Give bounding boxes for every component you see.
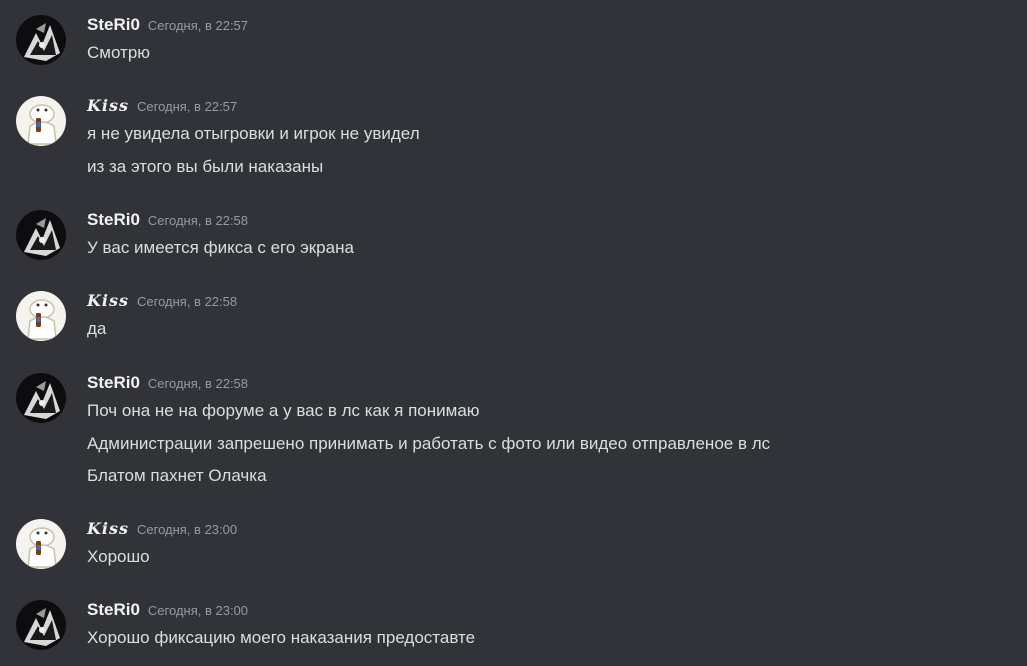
message-text: Блатом пахнет Олачка: [87, 466, 267, 485]
message-text: Администрации запрешено принимать и рабо…: [87, 434, 771, 453]
dark-anime-avatar-icon[interactable]: [16, 373, 66, 423]
message-timestamp: Сегодня, в 22:57: [137, 99, 238, 114]
message-header: SteRi0 Сегодня, в 23:00: [87, 600, 248, 622]
white-character-avatar-icon[interactable]: [16, 519, 66, 569]
message-timestamp: Сегодня, в 23:00: [147, 603, 249, 618]
message-text: У вас имеется фикса с его экрана: [87, 238, 354, 257]
message-text: Поч она не на форуме а у вас в лс как я …: [87, 401, 480, 420]
message-timestamp: Сегодня, в 22:57: [147, 18, 249, 33]
message-header: 𝑲𝒊𝒔𝒔 Сегодня, в 22:57: [87, 96, 237, 118]
white-character-avatar-icon[interactable]: [16, 291, 66, 341]
message-text: да: [87, 319, 107, 338]
dark-anime-avatar-icon[interactable]: [16, 600, 66, 650]
message-header: SteRi0 Сегодня, в 22:58: [87, 210, 248, 232]
white-character-avatar-icon[interactable]: [16, 96, 66, 146]
message-header: 𝑲𝒊𝒔𝒔 Сегодня, в 22:58: [87, 291, 237, 313]
author-name[interactable]: SteRi0: [87, 600, 140, 619]
author-name[interactable]: SteRi0: [87, 373, 140, 392]
dark-anime-avatar-icon[interactable]: [16, 15, 66, 65]
message-timestamp: Сегодня, в 22:58: [147, 213, 249, 228]
message-header: 𝑲𝒊𝒔𝒔 Сегодня, в 23:00: [87, 519, 237, 541]
message-timestamp: Сегодня, в 22:58: [137, 294, 238, 309]
message-text: я не увидела отыгровки и игрок не увидел: [87, 124, 420, 143]
author-name[interactable]: 𝑲𝒊𝒔𝒔: [87, 96, 129, 115]
dark-anime-avatar-icon[interactable]: [16, 210, 66, 260]
message-text: Смотрю: [87, 43, 151, 62]
message-text: Хорошо: [87, 547, 150, 566]
chat-message-list: SteRi0 Сегодня, в 22:57 Смотрю 𝑲𝒊𝒔𝒔 Сегодн…: [0, 0, 1027, 666]
message-header: SteRi0 Сегодня, в 22:58: [87, 373, 248, 395]
author-name[interactable]: 𝑲𝒊𝒔𝒔: [87, 519, 129, 538]
message-timestamp: Сегодня, в 23:00: [137, 522, 238, 537]
author-name[interactable]: SteRi0: [87, 15, 140, 34]
message-text: Хорошо фиксацию моего наказания предоста…: [87, 628, 476, 647]
message-timestamp: Сегодня, в 22:58: [147, 376, 249, 391]
author-name[interactable]: SteRi0: [87, 210, 140, 229]
author-name[interactable]: 𝑲𝒊𝒔𝒔: [87, 291, 129, 310]
message-header: SteRi0 Сегодня, в 22:57: [87, 15, 248, 37]
message-text: из за этого вы были наказаны: [87, 157, 324, 176]
